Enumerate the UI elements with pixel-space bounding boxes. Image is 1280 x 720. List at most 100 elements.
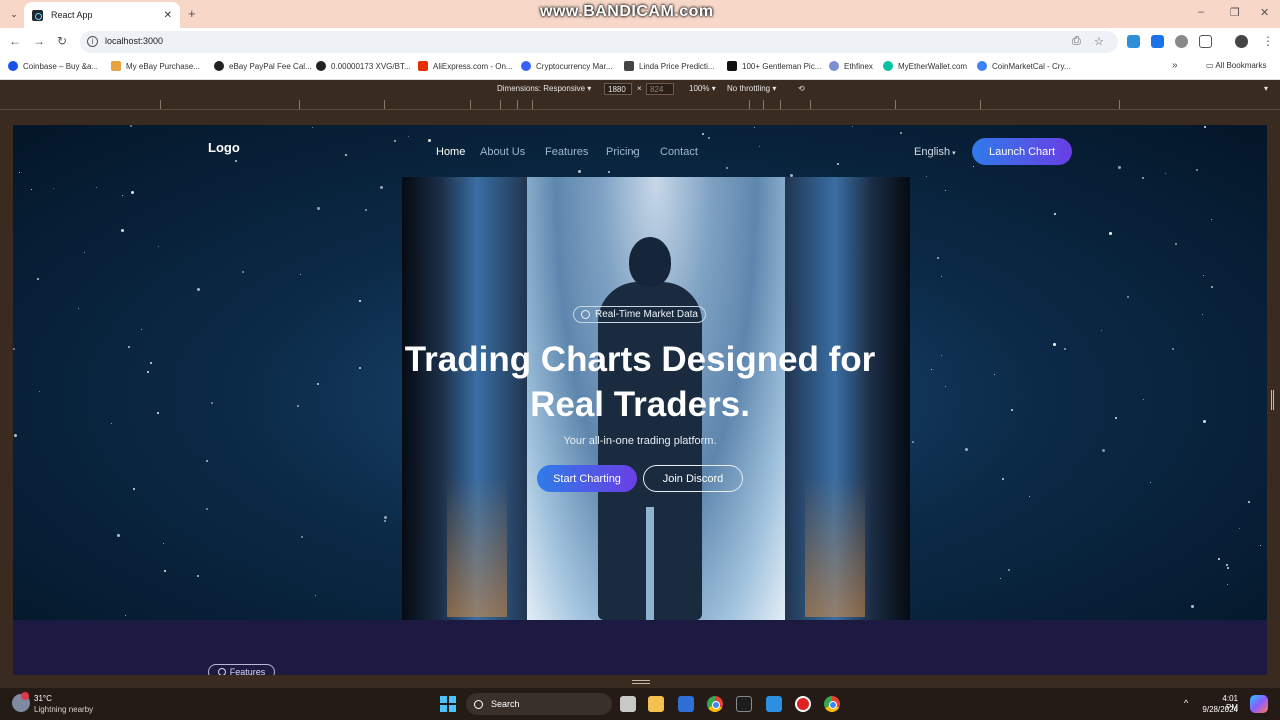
bookmark-star-icon[interactable]: ☆: [1094, 35, 1104, 48]
hero-subheadline: Your all-in-one trading platform.: [563, 435, 717, 447]
extensions-puzzle-icon[interactable]: [1199, 35, 1212, 48]
site-navbar: Logo Home About Us Features Pricing Cont…: [13, 125, 1267, 177]
star-dot: [162, 543, 164, 545]
task-view-icon[interactable]: [620, 696, 636, 712]
extension-icon[interactable]: [1127, 35, 1140, 48]
browser-toolbar: ← → ↻ i localhost:3000 ⎙ ☆ ⋮: [0, 28, 1280, 56]
tab-strip: ⌄ React App ✕ + www.BANDICAM.com – ❐ ✕: [0, 0, 1280, 28]
hero-headline: Trading Charts Designed for Real Traders…: [340, 337, 940, 427]
ruler-tick: [763, 100, 764, 109]
bookmark-item[interactable]: MyEtherWallet.com: [883, 61, 967, 71]
bookmark-item[interactable]: 0.00000173 XVG/BT...: [316, 61, 411, 71]
all-bookmarks-folder[interactable]: ▭ All Bookmarks: [1206, 61, 1266, 70]
more-bookmarks-icon[interactable]: »: [1172, 60, 1178, 71]
silhouette-leg-gap: [646, 507, 654, 620]
tab-search-chevron-icon[interactable]: ⌄: [6, 6, 22, 22]
site-logo[interactable]: Logo: [208, 140, 240, 155]
profile-avatar[interactable]: [1235, 35, 1248, 48]
star-dot: [317, 383, 320, 386]
star-dot: [299, 274, 301, 276]
start-charting-button[interactable]: Start Charting: [537, 465, 637, 492]
language-select[interactable]: English ▾: [914, 146, 956, 158]
install-app-icon[interactable]: ⎙: [1072, 35, 1081, 48]
terminal-icon[interactable]: [736, 696, 752, 712]
bookmark-item[interactable]: Cryptocurrency Mar...: [521, 61, 612, 71]
bookmark-item[interactable]: Coinbase – Buy &a...: [8, 61, 98, 71]
reload-icon[interactable]: ↻: [57, 34, 67, 48]
store-icon[interactable]: [678, 696, 694, 712]
nav-about-us[interactable]: About Us: [480, 146, 525, 158]
weather-icon[interactable]: [12, 692, 30, 712]
bookmark-item[interactable]: CoinMarketCal - Cry...: [977, 61, 1071, 71]
url-text[interactable]: localhost:3000: [105, 36, 163, 46]
star-dot: [31, 189, 33, 191]
bookmark-item[interactable]: Ethfinex: [829, 61, 873, 71]
bookmarks-bar: Coinbase – Buy &a... My eBay Purchase...…: [0, 56, 1280, 80]
close-tab-icon[interactable]: ✕: [164, 10, 172, 21]
weather-temperature[interactable]: 31°C: [34, 694, 52, 703]
chrome-icon[interactable]: [824, 696, 840, 712]
vscode-icon[interactable]: [766, 696, 782, 712]
site-info-icon[interactable]: i: [87, 36, 98, 47]
file-explorer-icon[interactable]: [648, 696, 664, 712]
bookmark-item[interactable]: Linda Price Predicti...: [624, 61, 715, 71]
star-dot: [1141, 176, 1144, 179]
restore-icon[interactable]: ❐: [1230, 6, 1240, 19]
dimensions-select[interactable]: Dimensions: Responsive ▾: [497, 84, 591, 93]
star-dot: [140, 329, 142, 331]
address-bar[interactable]: i localhost:3000 ⎙ ☆: [80, 31, 1118, 53]
bookmark-item[interactable]: eBay PayPal Fee Cal...: [214, 61, 312, 71]
minimize-icon[interactable]: –: [1198, 6, 1204, 18]
nav-features[interactable]: Features: [545, 146, 588, 158]
extension-icon[interactable]: [1175, 35, 1188, 48]
ruler-tick: [500, 100, 501, 109]
viewport-resize-handle[interactable]: [1271, 390, 1274, 410]
back-icon[interactable]: ←: [9, 34, 21, 48]
new-tab-icon[interactable]: +: [188, 6, 196, 21]
join-discord-button[interactable]: Join Discord: [643, 465, 743, 492]
star-dot: [1143, 399, 1145, 401]
close-window-icon[interactable]: ✕: [1260, 6, 1269, 19]
star-dot: [205, 507, 208, 510]
nav-home[interactable]: Home: [436, 146, 465, 158]
bookmark-favicon-icon: [977, 61, 987, 71]
forward-icon[interactable]: →: [33, 34, 45, 48]
ruler-tick: [1119, 100, 1120, 109]
extension-icon[interactable]: [1151, 35, 1164, 48]
star-dot: [1225, 563, 1228, 566]
rotate-icon[interactable]: ⟲: [798, 84, 805, 93]
star-dot: [120, 229, 124, 233]
viewport-width-input[interactable]: 1880: [604, 83, 632, 95]
menu-kebab-icon[interactable]: ⋮: [1262, 34, 1274, 48]
search-icon: [474, 699, 483, 709]
clock-date[interactable]: 9/28/2024: [1196, 705, 1238, 714]
bookmark-favicon-icon: [521, 61, 531, 71]
star-dot: [1238, 528, 1240, 530]
bookmark-favicon-icon: [111, 61, 121, 71]
windows-start-icon[interactable]: [440, 696, 456, 712]
nav-pricing[interactable]: Pricing: [606, 146, 640, 158]
devtools-device-toolbar: Dimensions: Responsive ▾ 1880 × 824 100%…: [0, 80, 1280, 98]
nav-contact[interactable]: Contact: [660, 146, 698, 158]
launch-chart-button[interactable]: Launch Chart: [972, 138, 1072, 165]
copilot-icon[interactable]: [1250, 695, 1268, 713]
zoom-select[interactable]: 100% ▾: [689, 84, 716, 93]
signal-icon: [217, 668, 226, 675]
star-dot: [944, 386, 946, 387]
bookmark-item[interactable]: My eBay Purchase...: [111, 61, 200, 71]
browser-tab[interactable]: React App ✕: [24, 2, 180, 28]
taskbar-search[interactable]: Search: [466, 693, 612, 715]
device-menu-icon[interactable]: ▾: [1264, 84, 1268, 93]
star-dot: [1260, 544, 1262, 546]
star-dot: [1217, 557, 1220, 560]
viewport-height-input[interactable]: 824: [646, 83, 674, 95]
bandicam-icon[interactable]: [795, 696, 811, 712]
tray-overflow-icon[interactable]: ^: [1184, 698, 1188, 708]
bookmark-item[interactable]: AliExpress.com - On...: [418, 61, 513, 71]
weather-description[interactable]: Lightning nearby: [34, 705, 93, 714]
chrome-icon[interactable]: [707, 696, 723, 712]
star-dot: [1227, 583, 1229, 585]
viewport-bottom-handle[interactable]: [632, 680, 650, 684]
throttling-select[interactable]: No throttling ▾: [727, 84, 776, 93]
bookmark-item[interactable]: 100+ Gentleman Pic...: [727, 61, 821, 71]
